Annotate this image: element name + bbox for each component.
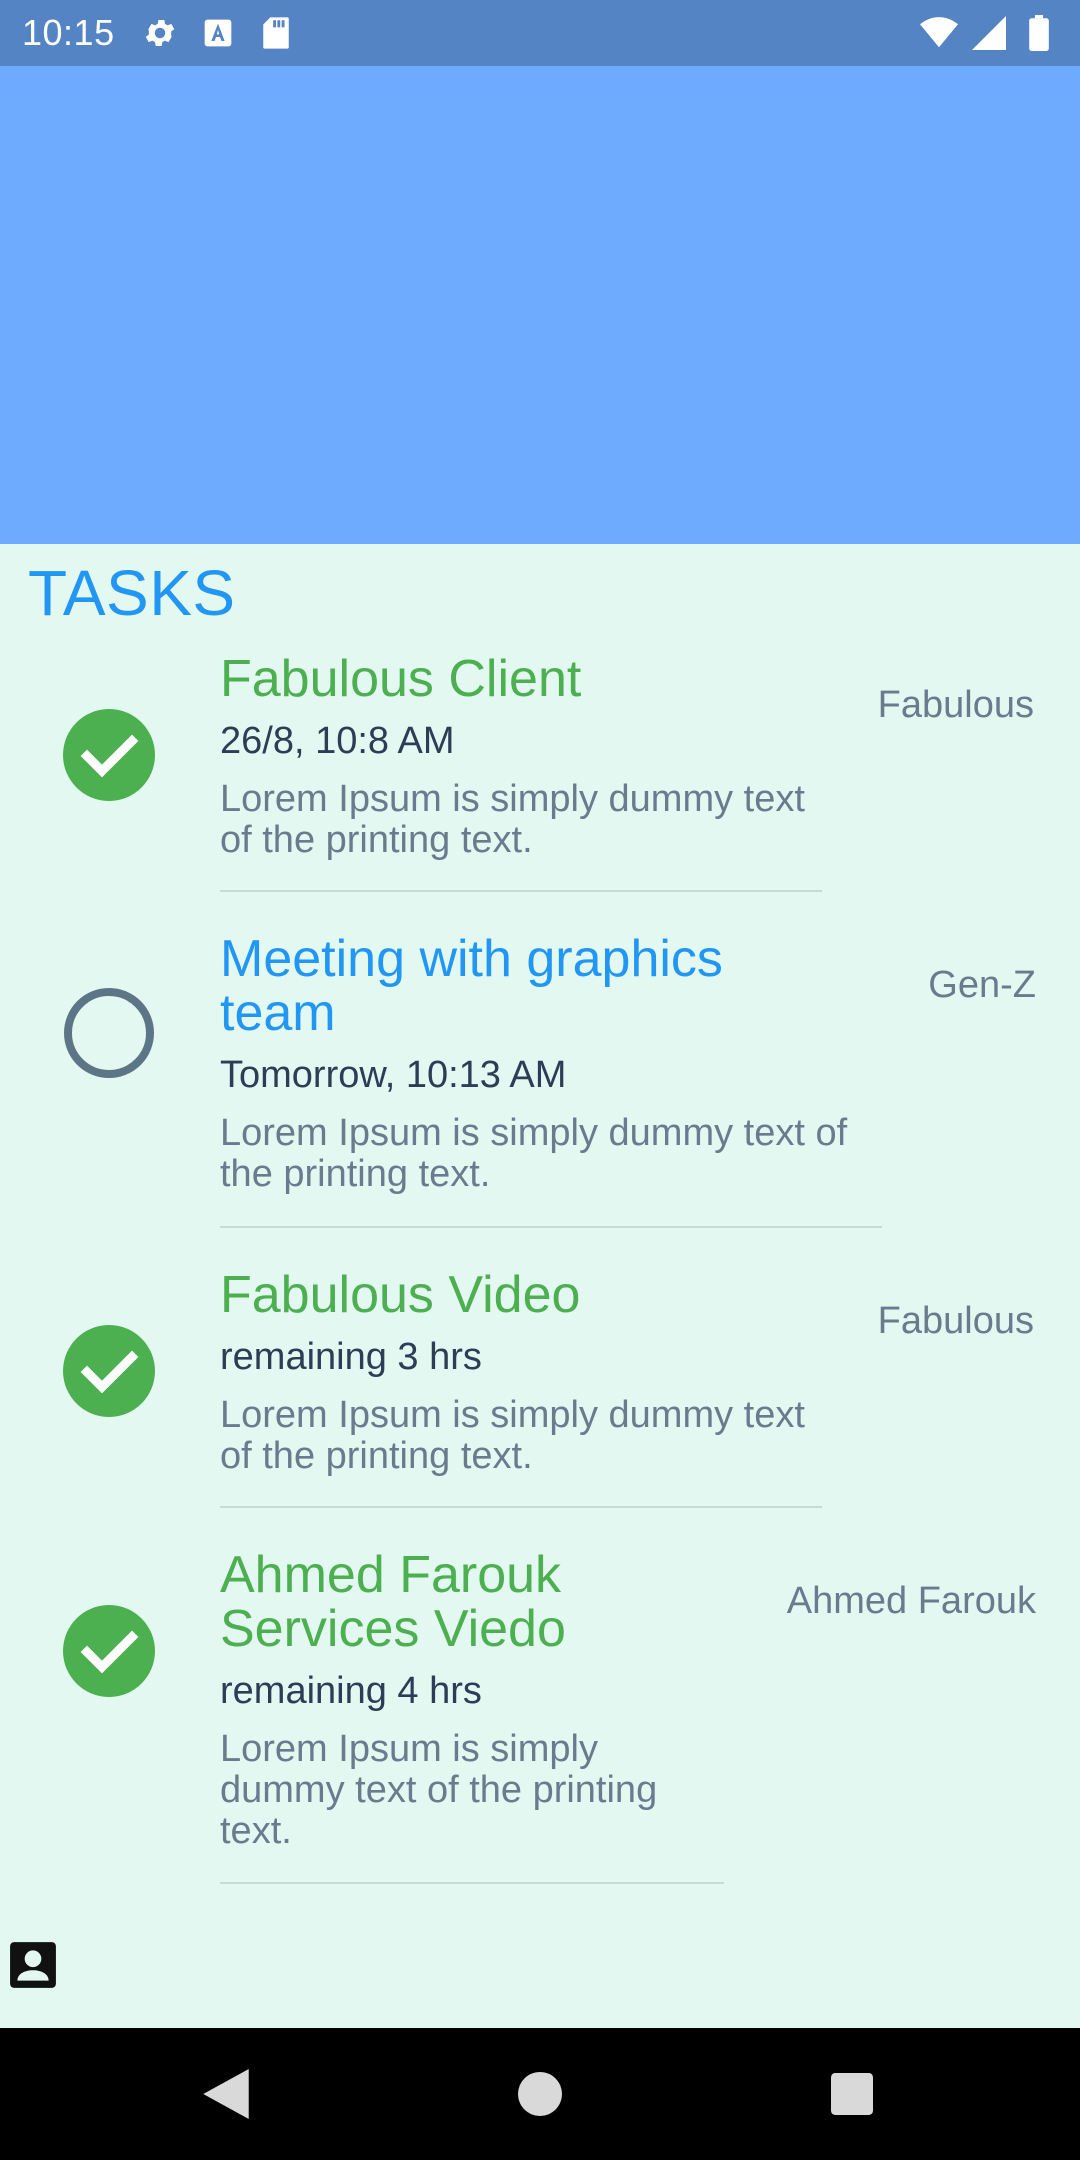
task-body: Meeting with graphics team Tomorrow, 10:… [220, 932, 900, 1195]
task-when: remaining 3 hrs [220, 1336, 482, 1378]
task-checkbox[interactable] [62, 986, 156, 1080]
text-a-icon [199, 14, 237, 52]
tasks-title: TASKS [28, 557, 236, 629]
status-time: 10:15 [22, 12, 115, 53]
wifi-icon [920, 14, 958, 52]
back-icon[interactable] [198, 2066, 254, 2122]
task-title: Meeting with graphics team [220, 930, 723, 1042]
task-description: Lorem Ipsum is simply dummy text of the … [220, 1728, 658, 1852]
task-body: Ahmed Farouk Services Viedo remaining 4 … [220, 1548, 740, 1852]
recents-icon[interactable] [824, 2066, 880, 2122]
task-when: remaining 4 hrs [220, 1670, 482, 1712]
status-bar: 10:15 [0, 0, 1080, 66]
task-divider [220, 1882, 724, 1884]
status-notification-icons [141, 14, 295, 52]
task-title: Fabulous Client [220, 650, 582, 708]
task-client: Fabulous [877, 684, 1034, 726]
task-when: Tomorrow, 10:13 AM [220, 1054, 567, 1096]
task-item[interactable]: Fabulous Client 26/8, 10:8 AM Lorem Ipsu… [0, 640, 1080, 900]
task-checkbox[interactable] [62, 1324, 156, 1418]
task-checkbox[interactable] [62, 1604, 156, 1698]
task-client: Fabulous [877, 1300, 1034, 1342]
task-item[interactable]: Fabulous Video remaining 3 hrs Lorem Ips… [0, 1256, 1080, 1516]
task-item[interactable]: Meeting with graphics team Tomorrow, 10:… [0, 920, 1080, 1240]
gear-icon [141, 14, 179, 52]
check-circle-icon [63, 709, 155, 801]
task-body: Fabulous Video remaining 3 hrs Lorem Ips… [220, 1268, 820, 1477]
task-when: 26/8, 10:8 AM [220, 720, 455, 762]
task-item[interactable]: Ahmed Farouk Services Viedo remaining 4 … [0, 1536, 1080, 1886]
task-description: Lorem Ipsum is simply dummy text of the … [220, 1394, 805, 1477]
task-body: Fabulous Client 26/8, 10:8 AM Lorem Ipsu… [220, 652, 820, 861]
task-checkbox[interactable] [62, 708, 156, 802]
task-description: Lorem Ipsum is simply dummy text of the … [220, 778, 805, 861]
sd-card-icon [257, 14, 295, 52]
battery-icon [1020, 14, 1058, 52]
signal-icon [970, 14, 1008, 52]
empty-circle-icon [64, 988, 154, 1078]
check-circle-icon [63, 1325, 155, 1417]
task-description: Lorem Ipsum is simply dummy text of the … [220, 1112, 848, 1195]
account-box-icon[interactable] [8, 1940, 58, 1990]
task-title: Ahmed Farouk Services Viedo [220, 1546, 566, 1658]
task-divider [220, 1506, 822, 1508]
home-icon[interactable] [512, 2066, 568, 2122]
task-title: Fabulous Video [220, 1266, 581, 1324]
status-system-icons [920, 14, 1058, 52]
task-client: Gen-Z [928, 964, 1036, 1006]
navigation-bar [0, 2028, 1080, 2160]
header-banner [0, 66, 1080, 544]
task-divider [220, 1226, 882, 1228]
check-circle-icon [63, 1605, 155, 1697]
task-client: Ahmed Farouk [786, 1580, 1036, 1622]
task-divider [220, 890, 822, 892]
